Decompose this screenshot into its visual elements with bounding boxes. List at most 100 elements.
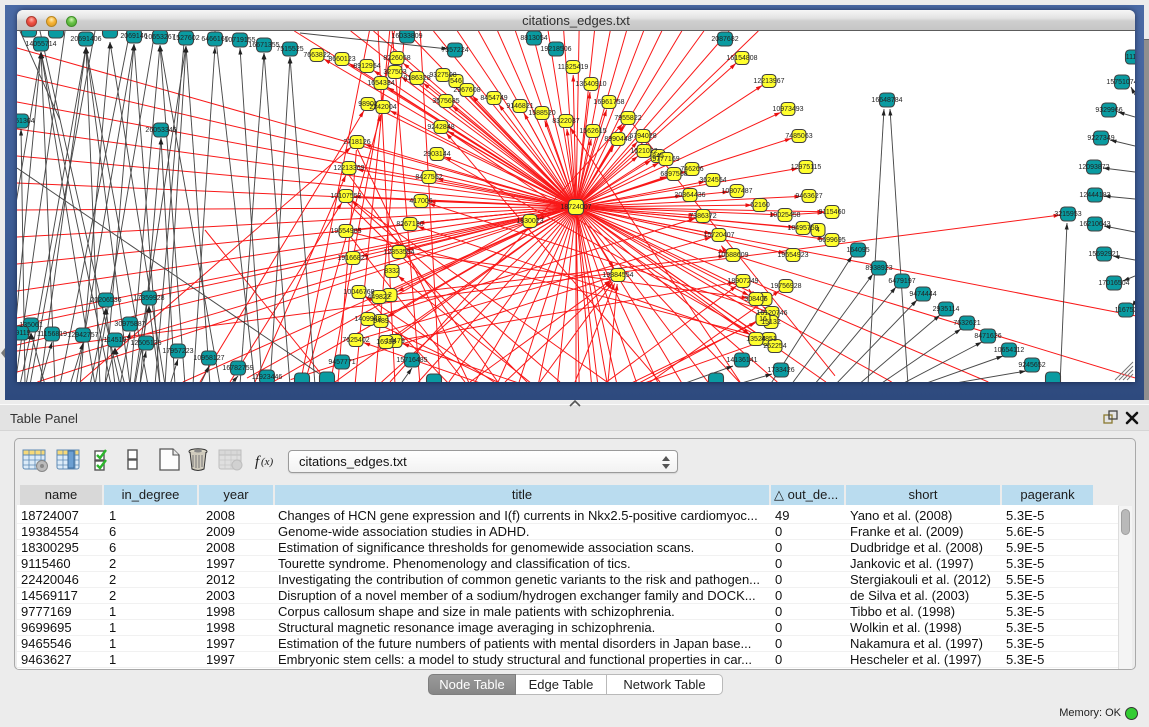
svg-text:2967608: 2967608 [453,87,480,94]
svg-text:8938923: 8938923 [865,265,892,272]
svg-text:9146821: 9146821 [506,103,533,110]
svg-text:449822: 449822 [367,294,390,301]
svg-text:19756928: 19756928 [770,283,801,290]
svg-text:16782759: 16782759 [222,365,253,372]
svg-text:12353594: 12353594 [383,249,414,256]
svg-text:7485063: 7485063 [785,133,812,140]
svg-text:15751074: 15751074 [1106,79,1135,86]
svg-text:18907249: 18907249 [727,278,758,285]
svg-text:114519: 114519 [104,337,127,344]
svg-text:7663822: 7663822 [303,52,330,59]
svg-text:9245652: 9245652 [1018,362,1045,369]
svg-text:1654334: 1654334 [367,80,394,87]
svg-text:116753: 116753 [1115,307,1135,314]
svg-text:2087682: 2087682 [711,36,738,43]
svg-text:135061: 135061 [19,322,42,329]
svg-text:8660123: 8660123 [328,56,355,63]
svg-text:18724007: 18724007 [560,204,591,211]
svg-text:16210643: 16210643 [1079,221,1110,228]
svg-text:14055714: 14055714 [25,41,56,48]
svg-text:10107552: 10107552 [330,193,361,200]
svg-text:12213369: 12213369 [333,165,364,172]
svg-text:3624554: 3624554 [699,177,726,184]
svg-text:16033809: 16033809 [391,33,422,40]
svg-text:2935114: 2935114 [933,306,960,313]
svg-text:10653267: 10653267 [144,34,175,41]
svg-text:2718126: 2718126 [343,139,370,146]
svg-text:26053346: 26053346 [145,127,176,134]
svg-text:16154808: 16154808 [726,55,757,62]
svg-text:9489: 9489 [373,318,389,325]
svg-text:15692921: 15692921 [1088,251,1119,258]
svg-text:17957223: 17957223 [162,348,193,355]
svg-text:1588520: 1588520 [528,110,555,117]
svg-text:417006: 417006 [409,198,432,205]
svg-text:4: 4 [816,227,820,234]
svg-text:19654985: 19654985 [330,228,361,235]
svg-text:8454749: 8454749 [480,95,507,102]
svg-text:17359928: 17359928 [133,295,164,302]
svg-text:7632621: 7632621 [953,320,980,327]
svg-text:3215953: 3215953 [1054,211,1081,218]
svg-text:2903144: 2903144 [423,151,450,158]
svg-text:9463627: 9463627 [795,193,822,200]
svg-text:1733426: 1733426 [767,367,794,374]
svg-text:8427552: 8427552 [415,174,442,181]
svg-text:9457771: 9457771 [328,359,355,366]
svg-text:11923446: 11923446 [252,374,283,381]
svg-text:20364436: 20364436 [674,192,705,199]
svg-text:10958127: 10958127 [193,355,224,362]
svg-text:1527602: 1527602 [172,35,199,42]
svg-text:10688609: 10688609 [717,252,748,259]
svg-text:252254: 252254 [763,343,786,350]
svg-text:1112: 1112 [1126,54,1135,61]
svg-text:19384554: 19384554 [602,272,633,279]
svg-text:10654112: 10654112 [994,347,1025,354]
svg-text:18495758: 18495758 [787,225,818,232]
svg-text:11325419: 11325419 [558,64,589,71]
svg-text:19654923: 19654923 [777,252,808,259]
svg-text:15720407: 15720407 [703,232,734,239]
svg-text:546: 546 [450,78,462,85]
svg-text:13640910: 13640910 [575,81,606,88]
svg-text:8990448: 8990448 [604,136,631,143]
svg-text:6897568: 6897568 [660,171,687,178]
svg-text:14136141: 14136141 [726,357,757,364]
svg-text:12213967: 12213967 [753,78,784,85]
svg-text:16671355: 16671355 [248,42,279,49]
svg-text:16648784: 16648784 [871,97,902,104]
svg-text:17016504: 17016504 [1098,280,1129,287]
svg-text:13524: 13524 [746,336,766,343]
svg-text:9242848: 9242848 [427,124,454,131]
svg-text:15716485: 15716485 [396,357,427,364]
svg-text:9329966: 9329966 [1095,107,1122,114]
svg-text:8912954: 8912954 [353,63,380,70]
svg-text:9474444: 9474444 [909,291,936,298]
svg-text:164095: 164095 [846,247,869,254]
svg-text:8226058: 8226058 [383,55,410,62]
svg-text:10807487: 10807487 [721,188,752,195]
svg-text:7386372: 7386372 [689,213,716,220]
svg-text:20206536: 20206536 [90,297,121,304]
svg-text:7357224: 7357224 [441,47,468,54]
svg-text:11156819: 11156819 [37,331,67,338]
svg-text:6699695: 6699695 [818,237,845,244]
svg-text:2242004: 2242004 [369,104,396,111]
svg-text:10973493: 10973493 [772,106,803,113]
svg-text:(x): (x) [261,456,274,468]
svg-text:9227349: 9227349 [1087,135,1114,142]
svg-text:12505135: 12505135 [130,340,161,347]
svg-text:12093872: 12093872 [1078,164,1109,171]
svg-text:12975115: 12975115 [791,164,822,171]
svg-text:3675685: 3675685 [432,98,459,105]
svg-text:19166827: 19166827 [337,255,368,262]
svg-text:8322037: 8322037 [552,118,579,125]
svg-text:9777169: 9777169 [652,156,679,163]
svg-text:8186328: 8186328 [403,75,430,82]
svg-text:1562615: 1562615 [579,128,606,135]
svg-text:6794028: 6794028 [629,133,656,140]
svg-text:8267130: 8267130 [396,221,423,228]
svg-text:16961758: 16961758 [593,99,624,106]
svg-text:62160: 62160 [750,202,770,209]
svg-text:39119: 39119 [17,330,31,337]
